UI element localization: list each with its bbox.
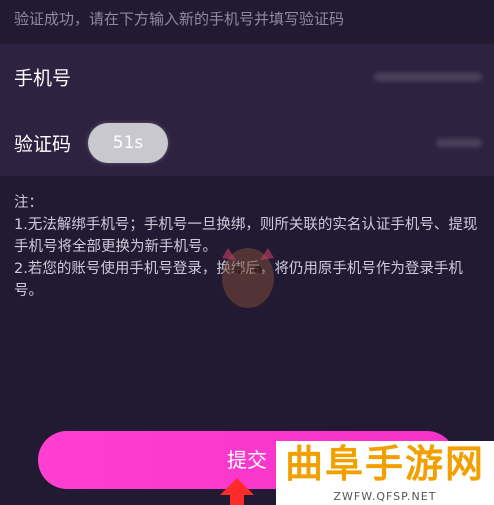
site-watermark: 曲阜手游网 ZWFW.QFSP.NET	[276, 441, 494, 505]
phone-input-blurred[interactable]	[374, 72, 482, 82]
notes-title: 注：	[14, 195, 43, 211]
mascot-watermark-icon	[222, 248, 274, 308]
phone-row[interactable]: 手机号	[0, 44, 494, 110]
countdown-button[interactable]: 51s	[88, 123, 168, 163]
watermark-url: ZWFW.QFSP.NET	[333, 490, 437, 503]
code-label: 验证码	[14, 133, 72, 156]
phone-label: 手机号	[14, 67, 72, 90]
success-hint: 验证成功，请在下方输入新的手机号并填写验证码	[14, 10, 345, 28]
code-row[interactable]: 验证码 51s	[0, 110, 494, 176]
code-input-blurred[interactable]	[436, 138, 482, 148]
form-card: 手机号 验证码 51s	[0, 44, 494, 176]
watermark-title: 曲阜手游网	[284, 441, 485, 486]
arrow-up-icon	[220, 478, 254, 505]
